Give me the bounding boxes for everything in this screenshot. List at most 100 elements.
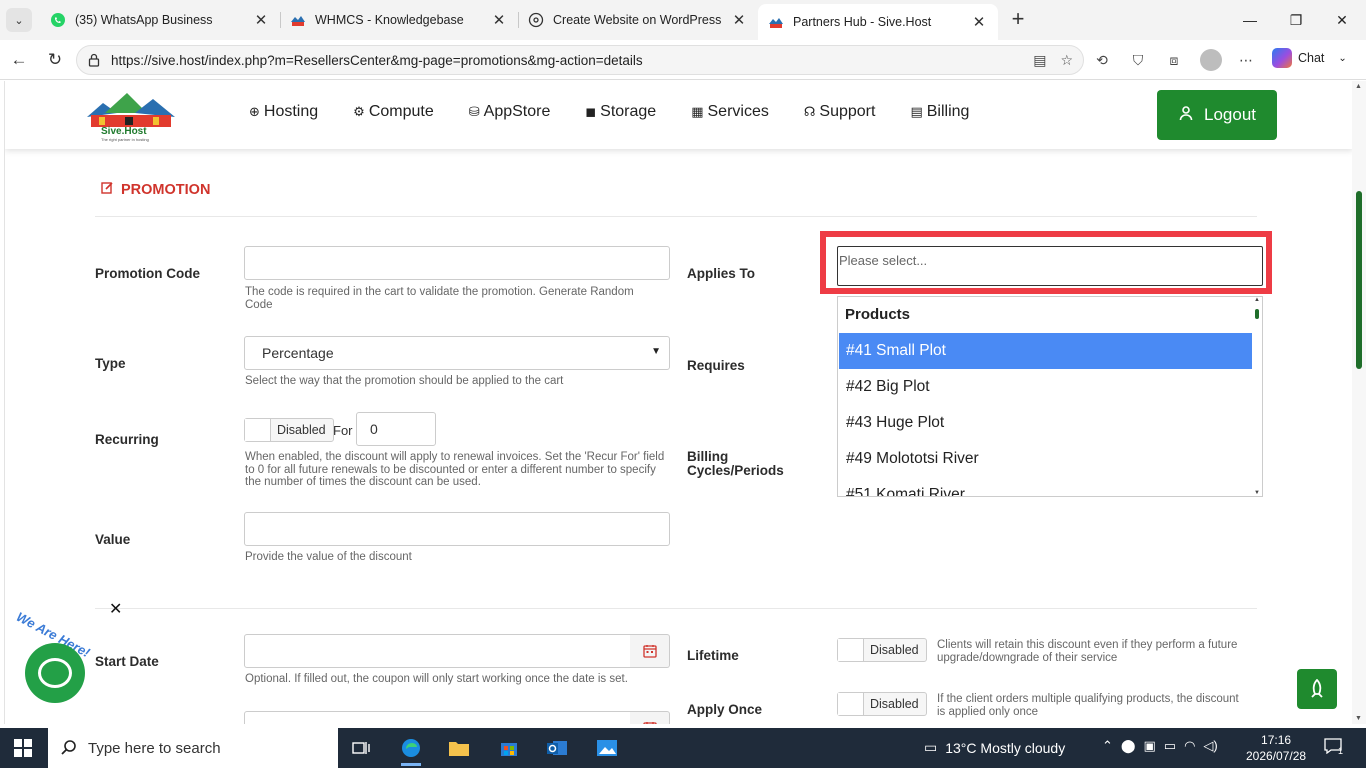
scroll-up-icon[interactable]: ▲ [1355,83,1362,90]
page-content: Sive.Host The right partner in hosting ⊕… [4,81,1352,724]
page-scrollbar[interactable]: ▲ ▼ [1352,81,1366,724]
copilot-chat-button[interactable]: Chat ⌄ [1272,48,1347,68]
scroll-down-icon[interactable]: ▼ [1355,715,1362,722]
type-help: Select the way that the promotion should… [245,375,564,387]
sivehost-icon [768,14,784,30]
store-icon[interactable] [494,734,524,762]
menu-hosting[interactable]: ⊕ Hosting [249,103,318,121]
dropdown-option[interactable]: #51 Komati River [839,477,1252,496]
calendar-icon[interactable] [630,711,670,724]
search-placeholder: Type here to search [88,739,221,757]
new-tab-button[interactable]: + [1006,8,1030,32]
tab-whatsapp[interactable]: (35) WhatsApp Business ✕ [40,4,280,36]
task-view-icon[interactable] [346,734,376,762]
scroll-top-button[interactable] [1297,669,1337,709]
menu-label: Support [819,103,876,120]
history-icon[interactable]: ⟲ [1092,50,1112,70]
type-select[interactable]: Percentage ▼ [244,336,670,370]
battery-icon[interactable]: ▭ [1164,738,1176,754]
reader-mode-icon[interactable]: ▤ [1033,52,1046,69]
scroll-down-icon[interactable]: ▼ [1254,490,1260,496]
taskbar-search[interactable]: Type here to search [48,728,338,768]
menu-label: AppStore [483,103,551,120]
close-window-icon[interactable]: ✕ [1330,8,1354,32]
apply-once-toggle[interactable]: Disabled [837,692,927,716]
dropdown-option[interactable]: #49 Molototsi River [839,441,1252,477]
globe-icon: ⊕ [249,104,260,119]
scroll-up-icon[interactable]: ▲ [1254,297,1260,303]
chat-close-icon[interactable]: ✕ [109,599,122,619]
taskbar-clock[interactable]: 17:16 2026/07/28 [1246,732,1306,764]
refresh-icon[interactable]: ↻ [44,49,66,71]
address-bar[interactable]: https://sive.host/index.php?m=ResellersC… [76,45,1084,75]
tab-actions-menu[interactable]: ⌄ [6,8,32,32]
promo-code-input[interactable] [244,246,670,280]
weather-widget[interactable]: ▭ 13°C Mostly cloudy [924,739,1065,756]
favorite-star-icon[interactable]: ☆ [1060,52,1073,69]
value-help: Provide the value of the discount [245,551,412,563]
tab-partners-hub[interactable]: Partners Hub - Sive.Host ✕ [758,4,998,40]
menu-support[interactable]: ☊ Support [804,103,876,121]
lifetime-label: Lifetime [687,648,739,663]
outlook-icon[interactable] [542,734,572,762]
recurring-toggle[interactable]: Disabled [244,418,334,442]
menu-storage[interactable]: ◼ Storage [585,103,656,121]
chevron-up-icon[interactable]: ⌃ [1102,738,1113,754]
main-menu: ⊕ Hosting ⚙ Compute ⛁ AppStore ◼ Storage ▦ Se… [249,103,1004,121]
windows-start-icon[interactable] [14,739,32,757]
minimize-icon[interactable]: — [1238,8,1262,32]
shield-icon[interactable]: ⛉ [1128,50,1148,70]
toggle-label: Disabled [870,643,919,657]
tab-wordpress[interactable]: Create Website on WordPress ✕ [518,4,758,36]
tab-whmcs[interactable]: WHMCS - Knowledgebase ✕ [280,4,518,36]
type-select-value: Percentage [262,345,334,361]
screenshot-icon[interactable]: ⧈ [1164,50,1184,70]
value-input[interactable] [244,512,670,546]
more-options-icon[interactable]: ⋯ [1236,50,1256,70]
dropdown-scrollbar[interactable]: ▲ ▼ [1252,297,1262,496]
edge-icon[interactable] [396,734,426,766]
dropdown-option[interactable]: #42 Big Plot [839,369,1252,405]
lifetime-help: Clients will retain this discount even i… [937,639,1238,664]
menu-billing[interactable]: ▤ Billing [910,103,969,121]
menu-services[interactable]: ▦ Services [691,103,769,121]
scroll-thumb[interactable] [1356,191,1362,369]
close-icon[interactable]: ✕ [252,11,270,29]
recur-for-label: For [333,423,353,438]
profile-avatar[interactable] [1200,49,1222,71]
scroll-thumb[interactable] [1255,309,1259,319]
restore-icon[interactable]: ❐ [1284,8,1308,32]
lifetime-toggle[interactable]: Disabled [837,638,927,662]
wifi-icon[interactable]: ◠ [1184,738,1195,754]
recur-for-input[interactable]: 0 [356,412,436,446]
search-icon [60,739,78,757]
divider [95,216,1257,217]
tab-title: Partners Hub - Sive.Host [793,15,932,29]
calendar-icon[interactable] [630,634,670,668]
dropdown-option[interactable]: #41 Small Plot [839,333,1252,369]
network-drive-icon[interactable]: ⬤ [1121,738,1136,754]
close-icon[interactable]: ✕ [730,11,748,29]
file-explorer-icon[interactable] [444,734,474,762]
logout-button[interactable]: Logout [1157,90,1277,140]
close-icon[interactable]: ✕ [970,13,988,31]
apply-once-help: If the client orders multiple qualifying… [937,693,1239,718]
menu-appstore[interactable]: ⛁ AppStore [469,103,551,121]
photos-icon[interactable] [592,734,622,762]
chat-bubble-button[interactable] [25,643,85,703]
close-icon[interactable]: ✕ [490,11,508,29]
toggle-knob [838,693,864,715]
end-date-input[interactable] [244,711,631,724]
applies-to-search-input[interactable]: Please select... [837,246,1263,286]
back-icon[interactable]: ← [8,49,30,71]
toggle-knob [838,639,864,661]
start-date-input[interactable] [244,634,631,668]
volume-icon[interactable]: ◁) [1203,738,1217,754]
tray-app-icon[interactable]: ▣ [1143,738,1155,754]
menu-compute[interactable]: ⚙ Compute [353,103,434,121]
notifications-icon[interactable]: 1 [1324,738,1346,758]
dropdown-option[interactable]: #43 Huge Plot [839,405,1252,441]
rocket-icon [1311,679,1323,698]
promo-code-help: The code is required in the cart to vali… [245,286,634,311]
site-header: Sive.Host The right partner in hosting ⊕… [5,81,1352,149]
